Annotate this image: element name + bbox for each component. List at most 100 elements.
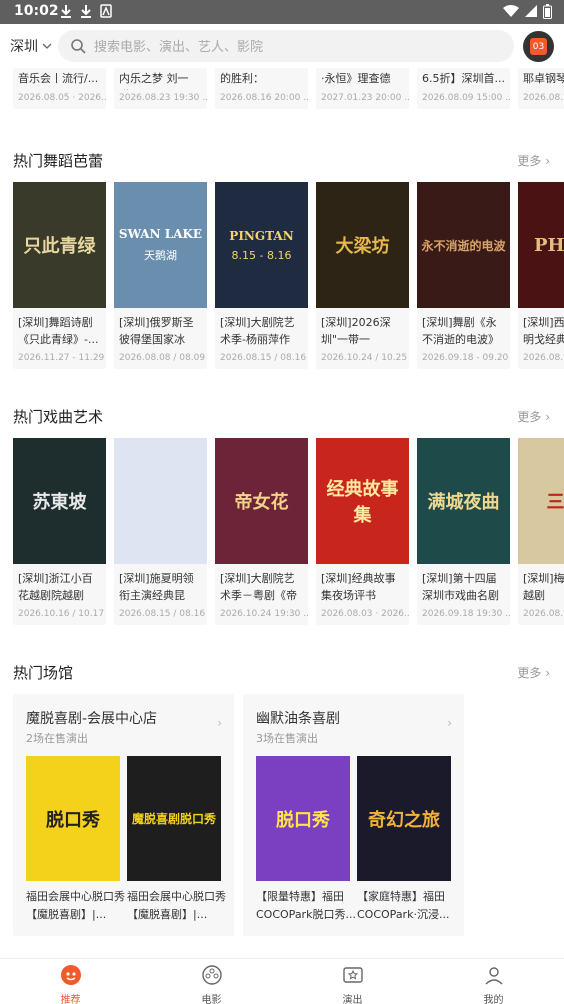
poster-text: PINGTAN (229, 228, 294, 243)
poster-text: 经典故事集 (326, 479, 399, 526)
show-date: 2026.08.15 / 08.16 (119, 609, 206, 619)
status-time: 10:02 (14, 3, 59, 19)
show-card[interactable]: 三看 [深圳]梅派领衔 越剧 2026.08.2 (518, 438, 564, 625)
system-icons (503, 4, 552, 19)
nav-item-recommend[interactable]: 推荐 (0, 959, 141, 1004)
show-poster: 大梁坊 (316, 182, 409, 308)
show-title: 的胜利：Thoma... (220, 72, 268, 90)
more-link-label: 更多 (517, 410, 542, 424)
chevron-down-icon (42, 43, 52, 49)
show-poster (114, 438, 207, 564)
dance-card-row: 只此青绿 [深圳]舞蹈诗剧《只此青绿》-... 2026.11.27 - 11.29… (13, 182, 564, 369)
user-icon (483, 967, 505, 990)
poster-text: 脱口秀 (276, 809, 330, 831)
venue-card[interactable]: 魔脱喜剧-会展中心店 2场在售演出 › 脱口秀 福田会展中心脱口秀【魔脱喜剧】|... 魔… (13, 694, 234, 936)
venue-card[interactable]: 幽默油条喜剧 3场在售演出 › 脱口秀【限量特惠】福田COCOPark脱口秀... 奇幻… (243, 694, 464, 936)
show-card[interactable]: 苏東坡 [深圳]浙江小百花越剧院越剧《苏... 2026.10.16 / 10.17 (13, 438, 106, 625)
show-poster: 经典故事集 (316, 438, 409, 564)
venue-show-poster[interactable]: 奇幻之旅 (357, 756, 451, 881)
poster-text: 三看 (546, 492, 564, 513)
show-card[interactable]: 内乐之梦 刘一诺... 2026.08.23 19:30 ... (114, 68, 207, 109)
show-title: [深圳]2026深圳"一带一路"国... (321, 316, 391, 346)
more-link-opera[interactable]: 更多 › (517, 408, 550, 425)
poster-text: 帝女花 (234, 492, 289, 513)
show-card[interactable]: PHAN [深圳]西班牙拉明戈经典 2026.08.2 (518, 182, 564, 369)
poster-text: 魔脱喜剧脱口秀 (131, 812, 216, 826)
venue-show-title[interactable]: 福田会展中心脱口秀【魔脱喜剧】|... (26, 888, 126, 924)
nav-item-user[interactable]: 我的 (423, 959, 564, 1004)
nav-item-film-reel[interactable]: 电影 (141, 959, 282, 1004)
more-link-label: 更多 (517, 154, 542, 168)
venue-name: 幽默油条喜剧 (256, 711, 340, 727)
venue-show-title[interactable]: 【家庭特惠】福田COCOPark·沉浸... (357, 888, 457, 924)
show-poster: 三看 (518, 438, 564, 564)
show-card[interactable]: 永不消逝的电波 [深圳]舞剧《永不消逝的电波》 2026.09.18 - 09.20 (417, 182, 510, 369)
venue-show-title[interactable]: 【限量特惠】福田COCOPark脱口秀... (256, 888, 356, 924)
city-label: 深圳 (10, 39, 38, 55)
show-card[interactable]: ·永恒》理查德·... 2027.01.23 20:00 ... (316, 68, 409, 109)
nav-label: 电影 (201, 995, 222, 1004)
recommend-icon (60, 965, 82, 990)
show-card[interactable]: 只此青绿 [深圳]舞蹈诗剧《只此青绿》-... 2026.11.27 - 11.29 (13, 182, 106, 369)
main-scroll[interactable]: 音乐会丨流行/... 2026.08.05 · 2026.... 内乐之梦 刘一诺.… (0, 68, 564, 958)
download-icon (61, 5, 71, 18)
download-icon (81, 5, 91, 18)
venue-show-poster[interactable]: 脱口秀 (26, 756, 120, 881)
show-poster: PHAN (518, 182, 564, 308)
chevron-right-icon: › (447, 716, 452, 730)
venue-show-poster[interactable]: 魔脱喜剧脱口秀 (127, 756, 221, 881)
section-title-venues: 热门场馆 (13, 664, 74, 682)
show-date: 2026.08.03 · 2026.... (321, 609, 409, 619)
show-card[interactable]: 耶卓钢琴 2026.08.2 (518, 68, 564, 109)
show-poster: 满城夜曲 (417, 438, 510, 564)
film-reel-icon (201, 965, 223, 990)
show-title: [深圳]第十四届深圳市戏曲名剧名... (422, 572, 499, 602)
calendar-button[interactable]: 03 (523, 31, 554, 62)
bottom-navigation: 推荐 电影 演出 我的 (0, 958, 564, 1004)
city-selector[interactable]: 深圳 (10, 36, 52, 56)
venue-show-poster[interactable]: 脱口秀 (256, 756, 350, 881)
show-title: [深圳]舞蹈诗剧《只此青绿》-... (18, 316, 99, 346)
poster-text: 只此青绿 (23, 236, 96, 257)
more-link-dance[interactable]: 更多 › (517, 152, 550, 169)
show-card[interactable]: 满城夜曲 [深圳]第十四届深圳市戏曲名剧名... 2026.09.18 19:30 … (417, 438, 510, 625)
show-date: 2026.08.2 (523, 353, 564, 363)
more-link-venues[interactable]: 更多 › (517, 664, 550, 681)
show-card[interactable]: 帝女花 [深圳]大剧院艺术季－粤剧《帝女... 2026.10.24 19:30 .… (215, 438, 308, 625)
show-title: [深圳]经典故事集夜场评书 (321, 572, 396, 602)
show-card[interactable]: 音乐会丨流行/... 2026.08.05 · 2026.... (13, 68, 106, 109)
search-bar[interactable] (58, 30, 514, 62)
show-card[interactable]: 的胜利：Thoma... 2026.08.16 20:00 ... (215, 68, 308, 109)
show-date: 2026.08.2 (523, 609, 564, 619)
wifi-icon (503, 4, 519, 18)
nav-item-ticket-star[interactable]: 演出 (282, 959, 423, 1004)
top-partial-card-row: 音乐会丨流行/... 2026.08.05 · 2026.... 内乐之梦 刘一诺.… (13, 68, 564, 109)
show-card[interactable]: 6.5折】深圳首... 2026.08.09 15:00 ... (417, 68, 510, 109)
poster-text: SWAN LAKE (118, 227, 203, 241)
show-date: 2026.10.24 19:30 ... (220, 609, 308, 619)
show-poster: 帝女花 (215, 438, 308, 564)
show-poster: 永不消逝的电波 (417, 182, 510, 308)
show-poster: PINGTAN 8.15 - 8.16 (215, 182, 308, 308)
show-card[interactable]: SWAN LAKE 天鹅湖 [深圳]俄罗斯圣彼得堡国家冰上... 2026.08.08… (114, 182, 207, 369)
show-card[interactable]: 经典故事集 [深圳]经典故事集夜场评书 2026.08.03 · 2026.... (316, 438, 409, 625)
show-title: [深圳]大剧院艺术季－粤剧《帝女... (220, 572, 297, 602)
show-card[interactable]: [深圳]施夏明领衔主演经典昆剧... 2026.08.15 / 08.16 (114, 438, 207, 625)
more-link-label: 更多 (517, 666, 542, 680)
nav-label: 推荐 (60, 995, 81, 1004)
show-title: [深圳]施夏明领衔主演经典昆剧... (119, 572, 194, 602)
search-input[interactable] (94, 30, 494, 62)
show-card[interactable]: PINGTAN 8.15 - 8.16 [深圳]大剧院艺术季-杨丽萍作品... 202… (215, 182, 308, 369)
poster-text: 永不消逝的电波 (421, 238, 506, 253)
opera-card-row: 苏東坡 [深圳]浙江小百花越剧院越剧《苏... 2026.10.16 / 10.17… (13, 438, 564, 625)
show-date: 2026.08.23 19:30 ... (119, 93, 207, 103)
venue-show-count: 3场在售演出 (256, 732, 318, 745)
show-title: [深圳]梅派领衔 越剧 (523, 572, 564, 602)
show-date: 2026.08.09 15:00 ... (422, 93, 510, 103)
show-card[interactable]: 大梁坊 [深圳]2026深圳"一带一路"国... 2026.10.24 / 10.2… (316, 182, 409, 369)
show-title: 音乐会丨流行/... (18, 72, 99, 85)
show-date: 2026.08.2 (523, 93, 564, 103)
venue-show-title[interactable]: 福田会展中心脱口秀【魔脱喜剧】|... (127, 888, 227, 924)
show-title: ·永恒》理查德·... (321, 72, 391, 90)
show-date: 2026.08.08 / 08.09 (119, 353, 206, 363)
